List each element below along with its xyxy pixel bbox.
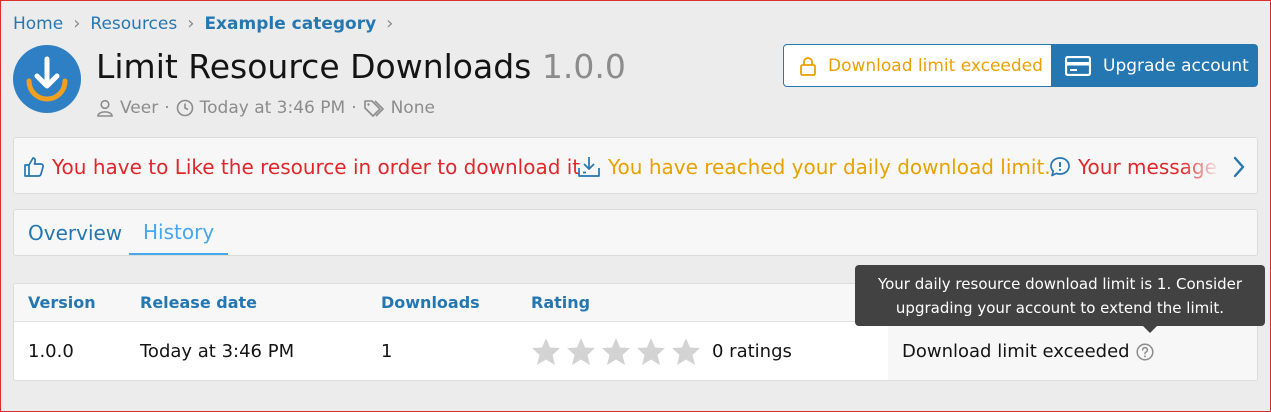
lock-icon: [800, 56, 816, 76]
upgrade-account-button[interactable]: Upgrade account: [1051, 44, 1258, 87]
clock-icon: [176, 99, 193, 117]
row-rating: 0 ratings: [531, 322, 792, 380]
notice-like-required: You have to Like the resource in order t…: [22, 138, 581, 193]
meta-separator: ·: [164, 98, 170, 118]
header-release-date[interactable]: Release date: [140, 284, 257, 322]
release-date[interactable]: Today at 3:46 PM: [200, 98, 346, 118]
breadcrumb-resources[interactable]: Resources: [90, 14, 177, 34]
tab-overview[interactable]: Overview: [14, 210, 136, 255]
chevron-right-icon: ›: [73, 13, 81, 34]
resource-meta: Veer · Today at 3:46 PM · None: [96, 98, 435, 118]
tooltip-line-1: Your daily resource download limit is 1.…: [877, 275, 1243, 293]
author-name[interactable]: Veer: [120, 98, 158, 118]
chevron-right-icon: ›: [187, 13, 195, 34]
notice-fade: [1181, 138, 1221, 193]
rating-count: 0 ratings: [712, 341, 792, 362]
credit-card-icon: [1065, 55, 1091, 76]
notices-bar: You have to Like the resource in order t…: [13, 137, 1258, 194]
page-title: Limit Resource Downloads 1.0.0: [96, 47, 626, 86]
row-version: 1.0.0: [28, 341, 74, 362]
header-version[interactable]: Version: [28, 284, 96, 322]
notice-like-text: You have to Like the resource in order t…: [52, 154, 581, 179]
upgrade-account-label: Upgrade account: [1103, 55, 1249, 76]
header-rating[interactable]: Rating: [531, 284, 590, 322]
star-icon: [532, 338, 560, 365]
row-release-date: Today at 3:46 PM: [140, 341, 295, 362]
download-status-cell: Download limit exceeded: [888, 322, 1257, 380]
thumbs-up-icon: [24, 156, 44, 177]
star-rating[interactable]: [531, 337, 701, 366]
breadcrumb-category[interactable]: Example category: [204, 14, 376, 34]
breadcrumb-home[interactable]: Home: [13, 14, 63, 34]
download-limit-tooltip: Your daily resource download limit is 1.…: [855, 265, 1265, 333]
star-icon: [602, 338, 630, 365]
notices-next-button[interactable]: [1221, 138, 1257, 193]
resource-icon: [13, 45, 81, 113]
star-icon: [672, 338, 700, 365]
star-icon: [637, 338, 665, 365]
tags-icon: [363, 100, 384, 117]
breadcrumb: Home › Resources › Example category ›: [13, 13, 393, 34]
tags-value: None: [390, 98, 435, 118]
download-box-icon: [578, 156, 600, 177]
download-limit-label: Download limit exceeded: [828, 55, 1043, 76]
chevron-right-icon: ›: [386, 13, 394, 34]
row-downloads: 1: [381, 341, 393, 362]
download-status: Download limit exceeded: [902, 341, 1130, 362]
tab-bar: Overview History: [13, 209, 1258, 256]
meta-separator: ·: [351, 98, 357, 118]
resource-title: Limit Resource Downloads: [96, 47, 532, 86]
tooltip-arrow: [1143, 326, 1157, 333]
tooltip-line-2: upgrading your account to extend the lim…: [895, 299, 1225, 317]
header-downloads[interactable]: Downloads: [381, 284, 480, 322]
download-arrow-icon: [26, 56, 68, 102]
chevron-right-icon: [1233, 156, 1245, 177]
tab-history[interactable]: History: [129, 210, 229, 255]
resource-version: 1.0.0: [541, 47, 626, 86]
notice-daily-limit: You have reached your daily download lim…: [576, 138, 1051, 193]
user-icon: [97, 99, 113, 117]
download-limit-button[interactable]: Download limit exceeded: [783, 44, 1053, 87]
star-icon: [567, 338, 595, 365]
message-alert-icon: [1050, 156, 1070, 176]
question-icon[interactable]: [1136, 342, 1154, 361]
notice-daily-limit-text: You have reached your daily download lim…: [608, 154, 1051, 179]
